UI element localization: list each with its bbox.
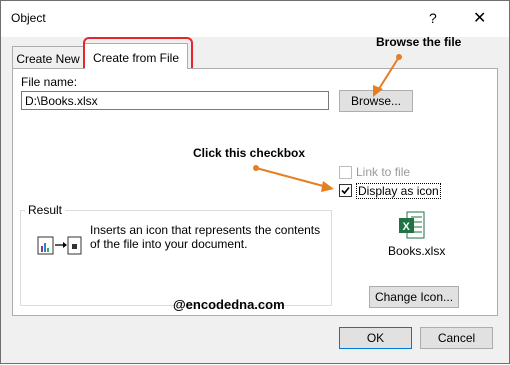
checkbox-arrow-line [255,167,328,188]
result-title: Result [25,203,66,217]
result-description-line1: Inserts an icon that represents the cont… [90,223,321,237]
checkbox-arrowhead [321,181,334,192]
browse-arrowhead [373,85,383,97]
file-icon-caption: Books.xlsx [388,244,446,258]
watermark: @encodedna.com [173,297,285,312]
ok-button[interactable]: OK [339,327,412,349]
cancel-button[interactable]: Cancel [420,327,493,349]
checkmark-icon [341,186,350,195]
link-to-file-label: Link to file [356,165,411,179]
display-as-icon-label: Display as icon [356,183,441,199]
result-description-line2: of the file into your document. [90,237,248,251]
browse-arrow-line [376,56,400,93]
object-dialog: Object ? ✕ Create New Create from File F… [0,0,510,364]
excel-file-icon: X [399,211,425,242]
change-icon-button[interactable]: Change Icon... [369,286,459,308]
svg-text:X: X [403,221,411,233]
result-diagram-icon [37,234,83,259]
display-as-icon-checkbox[interactable] [339,184,352,197]
link-to-file-checkbox[interactable] [339,166,352,179]
